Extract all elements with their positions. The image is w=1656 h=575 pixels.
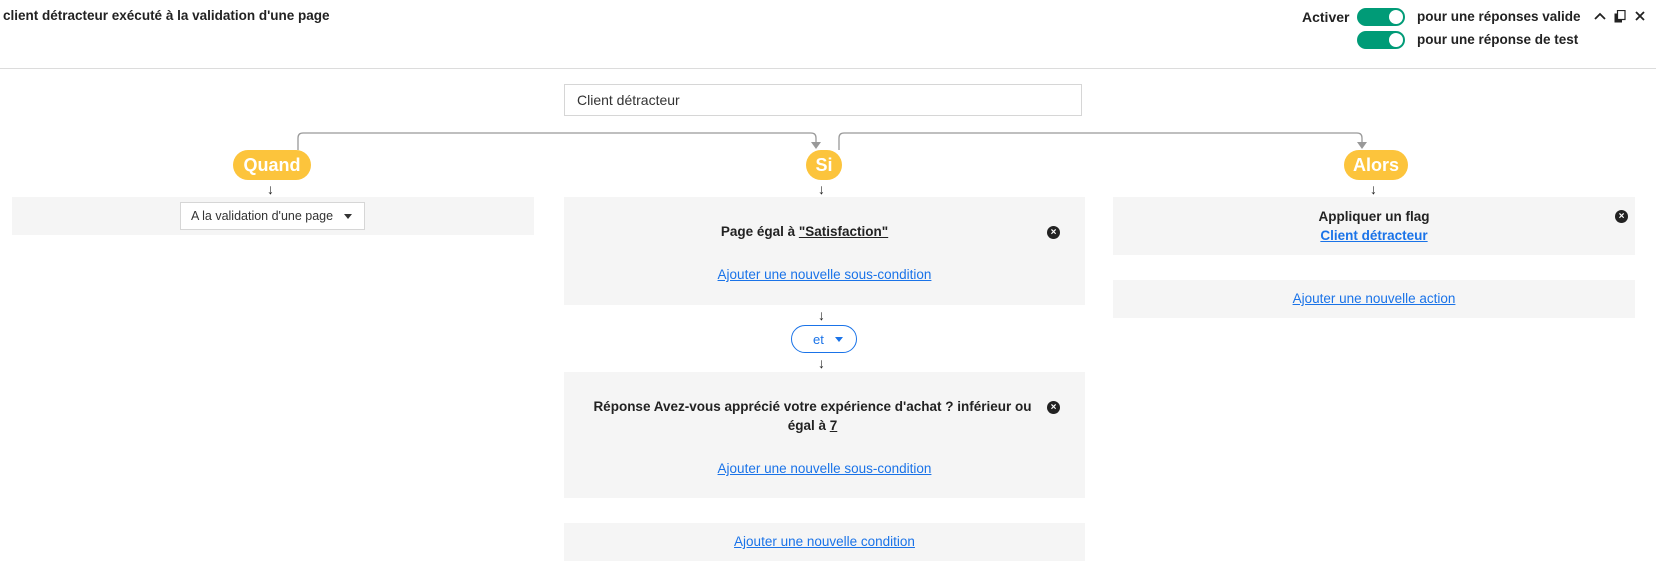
toggle-test-responses[interactable] <box>1357 31 1405 49</box>
toggle-test-label: pour une réponse de test <box>1417 32 1579 47</box>
rule-title: client détracteur exécuté à la validatio… <box>3 8 330 23</box>
rule-name-input[interactable] <box>564 84 1082 116</box>
caret-down-icon <box>344 214 352 219</box>
toggle-valid-responses[interactable] <box>1357 8 1405 26</box>
arrow-down-icon: ↓ <box>818 181 825 197</box>
toggle-knob <box>1389 33 1403 47</box>
condition-prefix: Réponse Avez-vous apprécié votre expérie… <box>593 399 1032 433</box>
operator-select[interactable]: et <box>791 325 857 353</box>
remove-condition-icon[interactable]: × <box>1047 226 1060 239</box>
copy-icon[interactable] <box>1613 8 1627 24</box>
trigger-select-value: A la validation d'une page <box>191 209 334 223</box>
arrow-down-icon: ↓ <box>1370 181 1377 197</box>
condition-text-1: Page égal à "Satisfaction" <box>584 222 1025 241</box>
arrow-down-icon: ↓ <box>818 307 825 323</box>
caret-down-icon <box>835 337 843 342</box>
action-title: Appliquer un flag <box>1318 209 1430 224</box>
condition-prefix: Page égal à <box>720 224 799 239</box>
toggle-valid-label: pour une réponses valide <box>1417 9 1581 24</box>
condition-panel-1: Page égal à "Satisfaction" × Ajouter une… <box>564 197 1085 305</box>
si-pill: Si <box>806 150 842 180</box>
remove-action-icon[interactable]: × <box>1615 210 1628 223</box>
quand-pill: Quand <box>233 150 311 180</box>
toggle-knob <box>1389 10 1403 24</box>
arrow-down-icon: ↓ <box>267 181 274 197</box>
add-action-link[interactable]: Ajouter une nouvelle action <box>1113 291 1635 306</box>
rule-header: client détracteur exécuté à la validatio… <box>0 0 1656 69</box>
remove-condition-icon[interactable]: × <box>1047 401 1060 414</box>
add-subcondition-link[interactable]: Ajouter une nouvelle sous-condition <box>564 461 1085 476</box>
arrow-down-icon: ↓ <box>818 355 825 371</box>
condition-text-2: Réponse Avez-vous apprécié votre expérie… <box>592 397 1033 435</box>
action-flag-value[interactable]: Client détracteur <box>1113 228 1635 243</box>
action-panel: Appliquer un flag Client détracteur × <box>1113 197 1635 255</box>
activer-label: Activer <box>1302 9 1350 25</box>
alors-pill: Alors <box>1344 150 1408 180</box>
add-subcondition-link[interactable]: Ajouter une nouvelle sous-condition <box>564 267 1085 282</box>
condition-value[interactable]: 7 <box>830 418 838 433</box>
trigger-select[interactable]: A la validation d'une page <box>180 202 365 230</box>
operator-value: et <box>813 331 824 347</box>
close-icon[interactable] <box>1633 8 1647 24</box>
chevron-up-icon[interactable] <box>1593 8 1607 24</box>
condition-panel-2: Réponse Avez-vous apprécié votre expérie… <box>564 372 1085 498</box>
add-action-panel: Ajouter une nouvelle action <box>1113 280 1635 318</box>
condition-value[interactable]: "Satisfaction" <box>799 224 888 239</box>
add-condition-link[interactable]: Ajouter une nouvelle condition <box>564 534 1085 549</box>
add-condition-panel: Ajouter une nouvelle condition <box>564 523 1085 561</box>
